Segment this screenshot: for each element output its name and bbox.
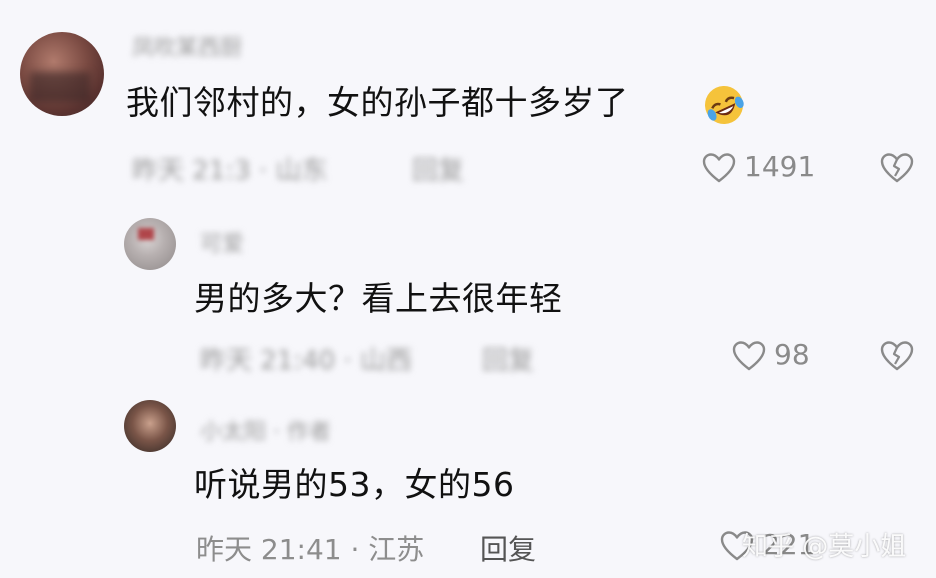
like-heart-icon[interactable] — [702, 152, 736, 184]
avatar[interactable] — [20, 32, 104, 116]
comment-text: 我们邻村的，女的孙子都十多岁了 — [126, 83, 629, 122]
like-count: 1491 — [744, 150, 816, 183]
reply-button[interactable]: 回复 — [412, 150, 464, 187]
username[interactable]: 小太阳 · 作者 — [200, 414, 331, 446]
like-count: 98 — [774, 338, 810, 371]
reply-button[interactable]: 回复 — [482, 340, 534, 377]
username[interactable]: 凤吹某西厨 — [132, 30, 242, 62]
comment-text: 听说男的53，女的56 — [194, 465, 515, 504]
like-heart-icon[interactable] — [732, 340, 766, 372]
avatar[interactable] — [124, 400, 176, 452]
dislike-broken-heart-icon[interactable] — [880, 340, 914, 372]
watermark: 知乎 @莫小姐 — [742, 532, 907, 562]
dislike-broken-heart-icon[interactable] — [880, 152, 914, 184]
comment-meta: 昨天 21:41 · 江苏 — [196, 533, 425, 566]
rolling-on-floor-laughing-emoji — [702, 83, 746, 127]
avatar[interactable] — [124, 218, 176, 270]
reply-button[interactable]: 回复 — [480, 528, 536, 568]
username[interactable]: 可爱 — [200, 226, 244, 258]
comment-text: 男的多大？看上去很年轻 — [194, 279, 563, 318]
comment-meta: 昨天 21:3 · 山东 — [132, 156, 328, 186]
comment-meta: 昨天 21:40 · 山西 — [200, 346, 412, 376]
